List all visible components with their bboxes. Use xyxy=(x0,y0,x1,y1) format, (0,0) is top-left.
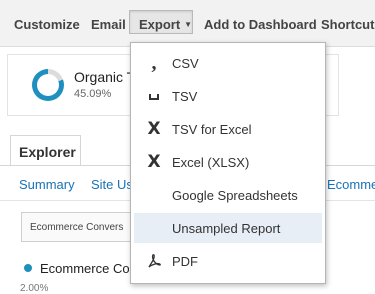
menu-item-csv[interactable]: , CSV xyxy=(134,48,322,78)
menu-item-tsv[interactable]: TSV xyxy=(134,81,322,111)
menu-item-label: TSV for Excel xyxy=(172,122,252,137)
comma-icon: , xyxy=(151,52,157,74)
add-to-dashboard-button[interactable]: Add to Dashboard xyxy=(204,17,317,32)
export-menu: , CSV TSV X TSV for Excel X Excel (XLSX)… xyxy=(130,42,326,284)
menu-item-label: Google Spreadsheets xyxy=(172,188,298,203)
legend-label: Ecommerce Co xyxy=(40,261,130,276)
export-label: Export xyxy=(139,17,181,32)
menu-item-unsampled-report[interactable]: Unsampled Report xyxy=(134,213,322,243)
subtab-ecommerce[interactable]: Ecomme xyxy=(327,177,375,192)
metric-dropdown[interactable]: Ecommerce Convers xyxy=(21,212,141,242)
subtab-summary[interactable]: Summary xyxy=(19,177,75,192)
email-button[interactable]: Email xyxy=(91,17,126,32)
grid-icon xyxy=(145,219,163,237)
subtab-site-usage[interactable]: Site Us xyxy=(91,177,133,192)
menu-item-label: CSV xyxy=(172,56,199,71)
report-toolbar: Customize Email Export ▼ Add to Dashboard… xyxy=(0,0,375,47)
legend-dot-icon xyxy=(24,264,32,272)
menu-item-tsv-excel[interactable]: X TSV for Excel xyxy=(134,114,322,144)
tsv-icon xyxy=(149,94,159,100)
menu-item-label: PDF xyxy=(172,254,198,269)
excel-x-icon: X xyxy=(147,152,161,172)
export-button[interactable]: Export ▼ xyxy=(129,10,193,34)
menu-item-label: Unsampled Report xyxy=(172,221,281,236)
pdf-icon xyxy=(145,252,163,270)
segment-percent: 45.09% xyxy=(74,88,112,100)
caret-down-icon: ▼ xyxy=(184,20,193,29)
excel-x-icon: X xyxy=(147,119,161,139)
segment-title: Organic T xyxy=(74,69,136,85)
menu-item-label: Excel (XLSX) xyxy=(172,155,250,170)
shortcut-button[interactable]: Shortcut xyxy=(321,17,374,32)
menu-item-label: TSV xyxy=(172,89,198,104)
tab-explorer[interactable]: Explorer xyxy=(10,135,81,166)
spreadsheet-grid-icon xyxy=(145,186,163,204)
menu-item-excel-xlsx[interactable]: X Excel (XLSX) xyxy=(134,147,322,177)
customize-button[interactable]: Customize xyxy=(14,17,80,32)
menu-item-google-spreadsheets[interactable]: Google Spreadsheets xyxy=(134,180,322,210)
menu-item-pdf[interactable]: PDF xyxy=(134,246,322,276)
donut-chart-icon xyxy=(32,69,64,101)
